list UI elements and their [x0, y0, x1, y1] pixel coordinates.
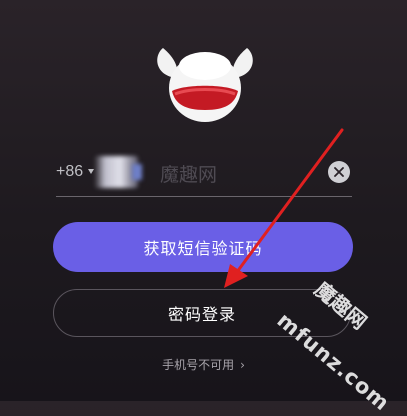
country-code-selector[interactable]: +86: [56, 163, 83, 181]
phone-unavailable-label: 手机号不可用: [162, 358, 235, 372]
bull-mascot-logo: [157, 48, 253, 122]
phone-input-row[interactable]: +86 魔趣网: [56, 150, 352, 196]
chevron-right-icon: ›: [240, 358, 245, 372]
get-sms-code-button[interactable]: 获取短信验证码: [53, 222, 353, 272]
clear-x-glyph: [334, 167, 344, 177]
phone-unavailable-link[interactable]: 手机号不可用 ›: [0, 356, 407, 373]
clear-icon[interactable]: [328, 161, 350, 183]
phone-input-underline: [56, 196, 352, 197]
masked-phone-number-tail: [132, 164, 142, 180]
password-login-button[interactable]: 密码登录: [53, 289, 351, 337]
phone-input-placeholder[interactable]: 魔趣网: [160, 160, 217, 187]
